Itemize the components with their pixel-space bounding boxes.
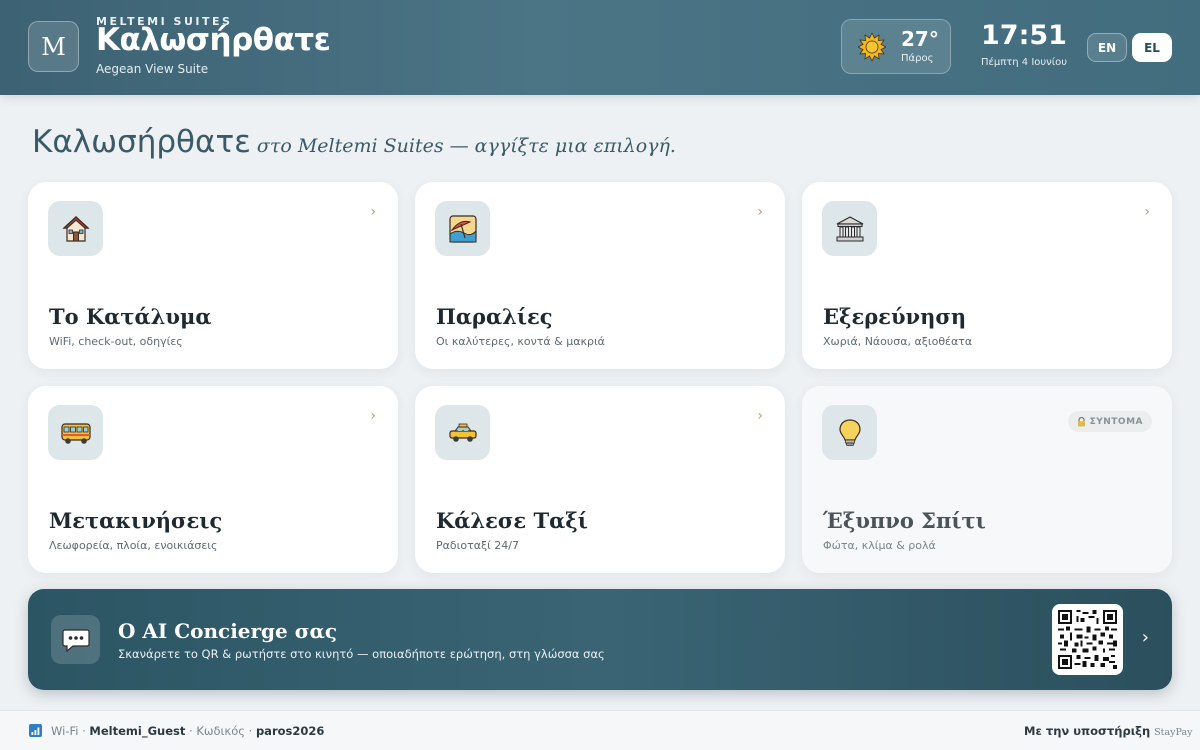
card-call-taxi[interactable]: › Κάλεσε Ταξί Ραδιοταξί 24/7: [415, 386, 785, 573]
chevron-right-icon: ›: [1144, 204, 1150, 220]
welcome-headline: Καλωσήρθατε στο Meltemi Suites — αγγίξτε …: [32, 124, 676, 160]
museum-icon: [822, 201, 877, 256]
card-title: Εξερεύνηση: [823, 304, 967, 329]
beach-icon: [435, 201, 490, 256]
card-title: Παραλίες: [436, 304, 553, 329]
sun-icon: [858, 33, 886, 61]
lock-icon: [1077, 416, 1085, 426]
house-icon: [48, 201, 103, 256]
language-el-button[interactable]: EL: [1132, 33, 1172, 62]
card-transport[interactable]: › Μετακινήσεις Λεωφορεία, πλοία, ενοικιά…: [28, 386, 398, 573]
card-subtitle: Ραδιοταξί 24/7: [436, 539, 519, 552]
wifi-label: Wi-Fi: [51, 724, 79, 738]
card-subtitle: Χωριά, Νάουσα, αξιοθέατα: [823, 335, 973, 348]
chevron-right-icon: ›: [757, 204, 763, 220]
chevron-right-icon: ›: [370, 408, 376, 424]
card-title: Μετακινήσεις: [49, 508, 223, 533]
support-text: Με την υποστήριξη: [1024, 724, 1151, 738]
date: Πέμπτη 4 Ιουνίου: [980, 57, 1068, 68]
ai-concierge-banner[interactable]: Ο AI Concierge σας Σκανάρετε το QR & ρωτ…: [28, 589, 1172, 690]
lightbulb-icon: [822, 405, 877, 460]
qr-code[interactable]: [1052, 604, 1123, 675]
temperature: 27°: [901, 27, 939, 51]
clock: 17:51: [981, 20, 1067, 51]
card-subtitle: WiFi, check-out, οδηγίες: [49, 335, 183, 348]
bus-icon: [48, 405, 103, 460]
wifi-password: paros2026: [255, 724, 325, 738]
weather-widget[interactable]: 27° Πάρος: [841, 19, 951, 74]
wifi-signal-icon: [29, 724, 42, 737]
logo: M: [28, 21, 79, 72]
brand-subtitle: Aegean View Suite: [96, 62, 209, 76]
concierge-title: Ο AI Concierge σας: [118, 619, 338, 643]
brand-title: Καλωσήρθατε: [96, 22, 331, 58]
card-title: Κάλεσε Ταξί: [436, 508, 588, 533]
chevron-right-icon: ›: [1141, 627, 1149, 648]
wifi-password-label: Κωδικός: [196, 724, 245, 738]
welcome-headline-big: Καλωσήρθατε: [32, 124, 251, 160]
powered-by: Με την υποστήριξη StayPay: [1024, 724, 1193, 738]
taxi-icon: [435, 405, 490, 460]
card-beaches[interactable]: › Παραλίες Οι καλύτερες, κοντά & μακριά: [415, 182, 785, 369]
concierge-subtitle: Σκανάρετε το QR & ρωτήστε στο κινητό — ο…: [118, 647, 605, 661]
card-title: Το Κατάλυμα: [49, 304, 212, 329]
card-subtitle: Λεωφορεία, πλοία, ενοικιάσεις: [49, 539, 218, 552]
chevron-right-icon: ›: [757, 408, 763, 424]
coming-soon-badge: ΣΥΝΤΟΜΑ: [1067, 411, 1152, 432]
header: M MELTEMI SUITES Καλωσήρθατε Aegean View…: [0, 0, 1200, 95]
chat-bubble-icon: [51, 615, 100, 664]
chevron-right-icon: ›: [370, 204, 376, 220]
card-smart-home: ΣΥΝΤΟΜΑ Έξυπνο Σπίτι Φώτα, κλίμα & ρολά: [802, 386, 1172, 573]
card-accommodation[interactable]: › Το Κατάλυμα WiFi, check-out, οδηγίες: [28, 182, 398, 369]
support-brand: StayPay: [1154, 727, 1193, 738]
card-subtitle: Φώτα, κλίμα & ρολά: [823, 539, 936, 552]
language-en-button[interactable]: EN: [1087, 33, 1127, 62]
card-title: Έξυπνο Σπίτι: [823, 508, 986, 533]
welcome-headline-italic: στο Meltemi Suites — αγγίξτε μια επιλογή…: [256, 135, 676, 157]
wifi-network-name: Meltemi_Guest: [89, 724, 186, 738]
weather-location: Πάρος: [901, 53, 934, 64]
footer: Wi-Fi · Meltemi_Guest · Κωδικός · paros2…: [0, 710, 1200, 750]
card-subtitle: Οι καλύτερες, κοντά & μακριά: [436, 335, 605, 348]
card-explore[interactable]: › Εξερεύνηση Χωριά, Νάουσα, αξιοθέατα: [802, 182, 1172, 369]
badge-label: ΣΥΝΤΟΜΑ: [1089, 416, 1143, 427]
wifi-info: Wi-Fi · Meltemi_Guest · Κωδικός · paros2…: [51, 724, 325, 738]
